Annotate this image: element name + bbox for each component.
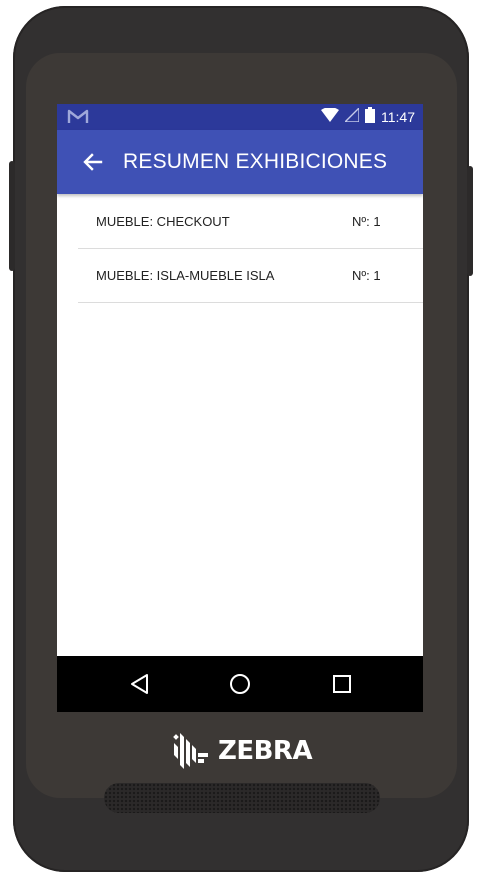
home-circle-icon [230, 674, 250, 694]
zebra-logo: ZEBRA [172, 727, 313, 775]
arrow-left-icon [83, 153, 103, 171]
speaker-grille [104, 783, 380, 813]
list-item-label: MUEBLE: CHECKOUT [96, 214, 230, 229]
status-bar: 11:47 [57, 104, 423, 130]
list-item[interactable]: MUEBLE: CHECKOUT Nº: 1 [78, 195, 423, 249]
list-item-count: Nº: 1 [352, 214, 381, 229]
signal-icon [343, 105, 360, 127]
status-icons: 11:47 [321, 105, 415, 128]
gmail-icon [67, 108, 89, 126]
app-bar: RESUMEN EXHIBICIONES [57, 130, 423, 194]
battery-icon [365, 106, 375, 128]
recents-square-icon [333, 675, 351, 693]
nav-home-button[interactable] [226, 670, 254, 698]
back-button[interactable] [79, 148, 107, 176]
brand-name: ZEBRA [218, 736, 313, 766]
back-triangle-icon [131, 674, 148, 694]
nav-back-button[interactable] [126, 670, 154, 698]
wifi-icon [321, 106, 339, 127]
page-title: RESUMEN EXHIBICIONES [123, 150, 388, 173]
side-button-left [9, 161, 15, 271]
list-item[interactable]: MUEBLE: ISLA-MUEBLE ISLA Nº: 1 [78, 249, 423, 303]
list-item-label: MUEBLE: ISLA-MUEBLE ISLA [96, 268, 275, 283]
list-item-count: Nº: 1 [352, 268, 381, 283]
device-screen: 11:47 RESUMEN EXHIBICIONES MUEBLE: CHECK… [57, 104, 423, 712]
zebra-head-icon [173, 733, 208, 769]
navigation-bar [57, 656, 423, 712]
nav-recents-button[interactable] [328, 670, 356, 698]
side-button-right [467, 166, 473, 276]
exhibition-list: MUEBLE: CHECKOUT Nº: 1 MUEBLE: ISLA-MUEB… [78, 195, 423, 303]
status-time: 11:47 [381, 109, 415, 125]
